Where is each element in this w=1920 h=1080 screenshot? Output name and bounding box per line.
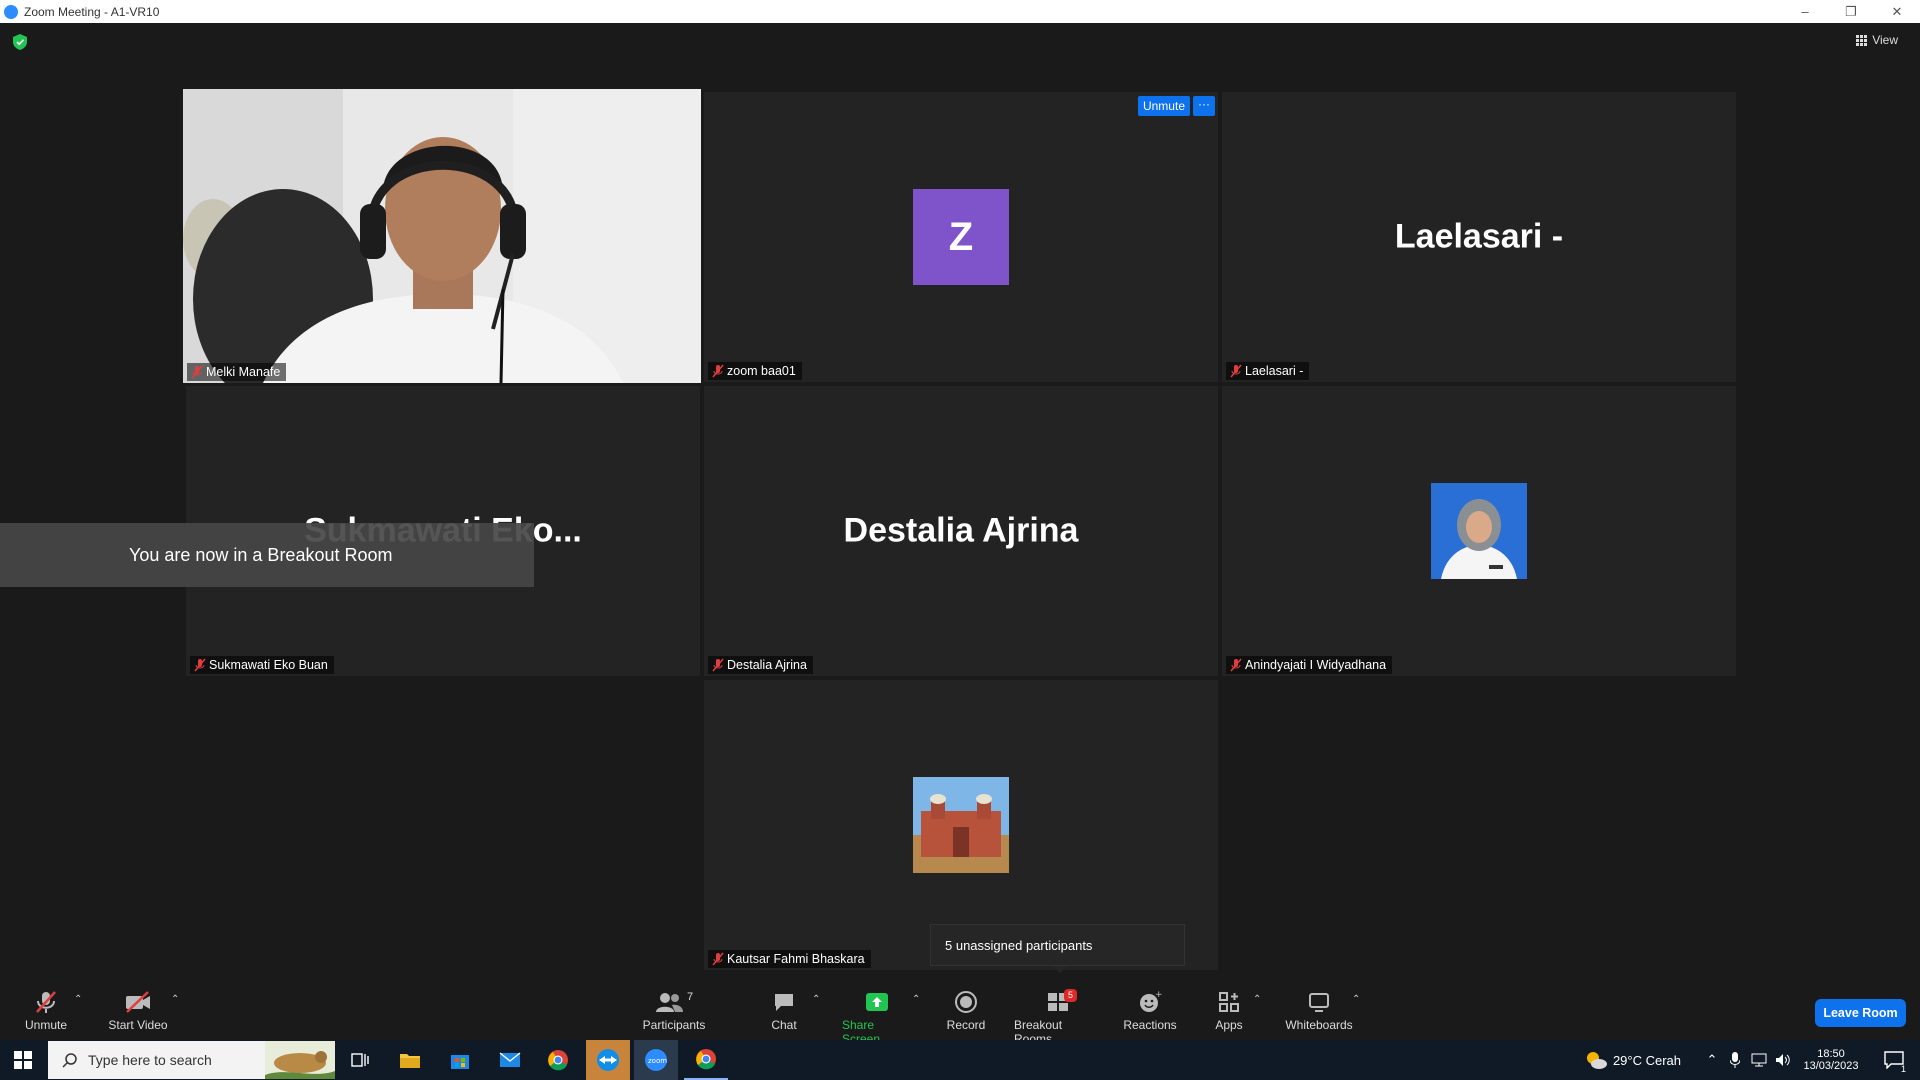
record-icon <box>955 991 977 1013</box>
close-icon[interactable]: ✕ <box>1874 0 1920 23</box>
chat-button[interactable]: Chat <box>768 990 800 1032</box>
zoom-app-icon <box>4 4 18 19</box>
video-tile-zoom-baa01[interactable]: Z Unmute ··· zoom baa01 <box>704 92 1218 382</box>
unassigned-participants-tooltip[interactable]: 5 unassigned participants <box>930 924 1185 966</box>
breakout-room-notice: You are now in a Breakout Room <box>0 523 534 587</box>
unmute-button[interactable]: Unmute <box>22 990 70 1032</box>
start-video-button[interactable]: Start Video <box>106 990 170 1032</box>
video-tile-anindyajati[interactable]: Anindyajati I Widyadhana <box>1222 386 1736 676</box>
grid-view-icon <box>1856 34 1868 46</box>
mic-muted-icon <box>194 658 206 672</box>
tooltip-arrow <box>1053 966 1067 973</box>
participant-name-tag: Melki Manafe <box>187 363 287 381</box>
weather-widget[interactable]: 29°C Cerah <box>1578 1040 1688 1080</box>
windows-taskbar: Type here to search zoom 29°C Cerah ⌃ 18… <box>0 1040 1920 1080</box>
apps-icon <box>1219 992 1239 1012</box>
participants-button[interactable]: 7 Participants <box>640 990 708 1032</box>
mic-muted-icon <box>712 658 724 672</box>
whiteboards-button[interactable]: Whiteboards <box>1284 990 1354 1032</box>
participant-name-tag: Destalia Ajrina <box>708 656 813 674</box>
mic-muted-icon <box>712 952 724 966</box>
apps-button[interactable]: Apps <box>1214 990 1244 1032</box>
leave-room-button[interactable]: Leave Room <box>1815 999 1906 1027</box>
restore-icon[interactable]: ❐ <box>1828 0 1874 23</box>
profile-photo <box>1431 483 1527 579</box>
teamviewer-icon[interactable] <box>586 1040 630 1080</box>
participant-display-name: Laelasari - <box>1394 217 1564 256</box>
participant-display-name: Destalia Ajrina <box>843 511 1079 550</box>
chevron-up-icon[interactable]: ⌃ <box>74 994 82 1005</box>
view-button[interactable]: View <box>1856 33 1898 47</box>
taskbar-search-box[interactable]: Type here to search <box>48 1041 335 1079</box>
breakout-rooms-badge: 5 <box>1064 989 1078 1002</box>
mail-icon[interactable] <box>492 1040 528 1080</box>
notification-center-icon[interactable]: 1 <box>1874 1040 1914 1080</box>
network-icon[interactable] <box>1748 1040 1770 1080</box>
windows-logo-icon <box>14 1051 32 1069</box>
mic-muted-icon <box>36 991 56 1013</box>
search-icon <box>62 1053 77 1068</box>
chrome-icon[interactable] <box>540 1040 576 1080</box>
video-tile-melki[interactable]: Melki Manafe <box>183 89 701 383</box>
shield-icon[interactable] <box>13 34 27 50</box>
chevron-up-icon[interactable]: ⌃ <box>912 994 920 1005</box>
avatar-initial: Z <box>913 189 1009 285</box>
windows-start-icon[interactable] <box>0 1040 46 1080</box>
microphone-icon[interactable] <box>1724 1040 1746 1080</box>
participants-icon <box>655 993 683 1012</box>
chevron-up-icon[interactable]: ⌃ <box>1352 994 1360 1005</box>
minimize-icon[interactable]: – <box>1782 0 1828 23</box>
volume-icon[interactable] <box>1772 1040 1794 1080</box>
participant-name-tag: Anindyajati I Widyadhana <box>1226 656 1393 674</box>
participant-name-tag: zoom baa01 <box>708 362 802 380</box>
profile-photo <box>913 777 1009 873</box>
zoom-taskbar-icon[interactable]: zoom <box>634 1040 678 1080</box>
participant-name-tag: Sukmawati Eko Buan <box>190 656 334 674</box>
participants-count: 7 <box>686 991 694 1003</box>
more-options-button[interactable]: ··· <box>1193 96 1215 116</box>
share-screen-icon <box>866 993 888 1011</box>
breakout-rooms-button[interactable]: 5 Breakout Rooms <box>1014 989 1102 1046</box>
chevron-up-icon[interactable]: ⌃ <box>1700 1040 1724 1080</box>
view-label: View <box>1872 33 1898 47</box>
whiteboard-icon <box>1309 993 1329 1012</box>
record-button[interactable]: Record <box>946 990 986 1032</box>
chevron-up-icon[interactable]: ⌃ <box>1253 994 1261 1005</box>
task-view-icon[interactable] <box>342 1040 378 1080</box>
microsoft-store-icon[interactable] <box>442 1040 478 1080</box>
video-off-icon <box>126 991 150 1013</box>
window-title: Zoom Meeting - A1-VR10 <box>24 4 160 19</box>
participant-name-tag: Laelasari - <box>1226 362 1310 380</box>
mic-muted-icon <box>1230 658 1242 672</box>
mic-muted-icon <box>1230 364 1242 378</box>
video-tile-destalia[interactable]: Destalia Ajrina Destalia Ajrina <box>704 386 1218 676</box>
weather-cloud-icon <box>1586 1052 1607 1069</box>
chat-icon <box>775 994 793 1011</box>
video-tile-laelasari[interactable]: Laelasari - Laelasari - <box>1222 92 1736 382</box>
svg-text:zoom: zoom <box>648 1057 667 1065</box>
participant-name-tag: Kautsar Fahmi Bhaskara <box>708 950 871 968</box>
chrome-active-icon[interactable] <box>684 1040 728 1080</box>
mic-muted-icon <box>712 364 724 378</box>
search-highlight-image <box>265 1041 335 1079</box>
window-controls: – ❐ ✕ <box>1782 0 1920 23</box>
window-titlebar: Zoom Meeting - A1-VR10 – ❐ ✕ <box>0 0 1920 23</box>
meeting-toolbar: Unmute ⌃ Start Video ⌃ 7 Participants Ch… <box>0 980 1920 1046</box>
clock[interactable]: 18:50 13/03/2023 <box>1796 1040 1866 1080</box>
reactions-button[interactable]: + Reactions <box>1122 990 1178 1032</box>
participant-video <box>183 89 701 383</box>
file-explorer-icon[interactable] <box>392 1040 428 1080</box>
svg-text:+: + <box>1155 990 1162 1000</box>
chevron-up-icon[interactable]: ⌃ <box>171 994 179 1005</box>
ask-to-unmute-button[interactable]: Unmute <box>1137 96 1190 116</box>
reactions-icon: + <box>1140 990 1162 1012</box>
chevron-up-icon[interactable]: ⌃ <box>812 994 820 1005</box>
mic-muted-icon <box>191 365 203 379</box>
share-screen-button[interactable]: Share Screen <box>842 990 912 1046</box>
